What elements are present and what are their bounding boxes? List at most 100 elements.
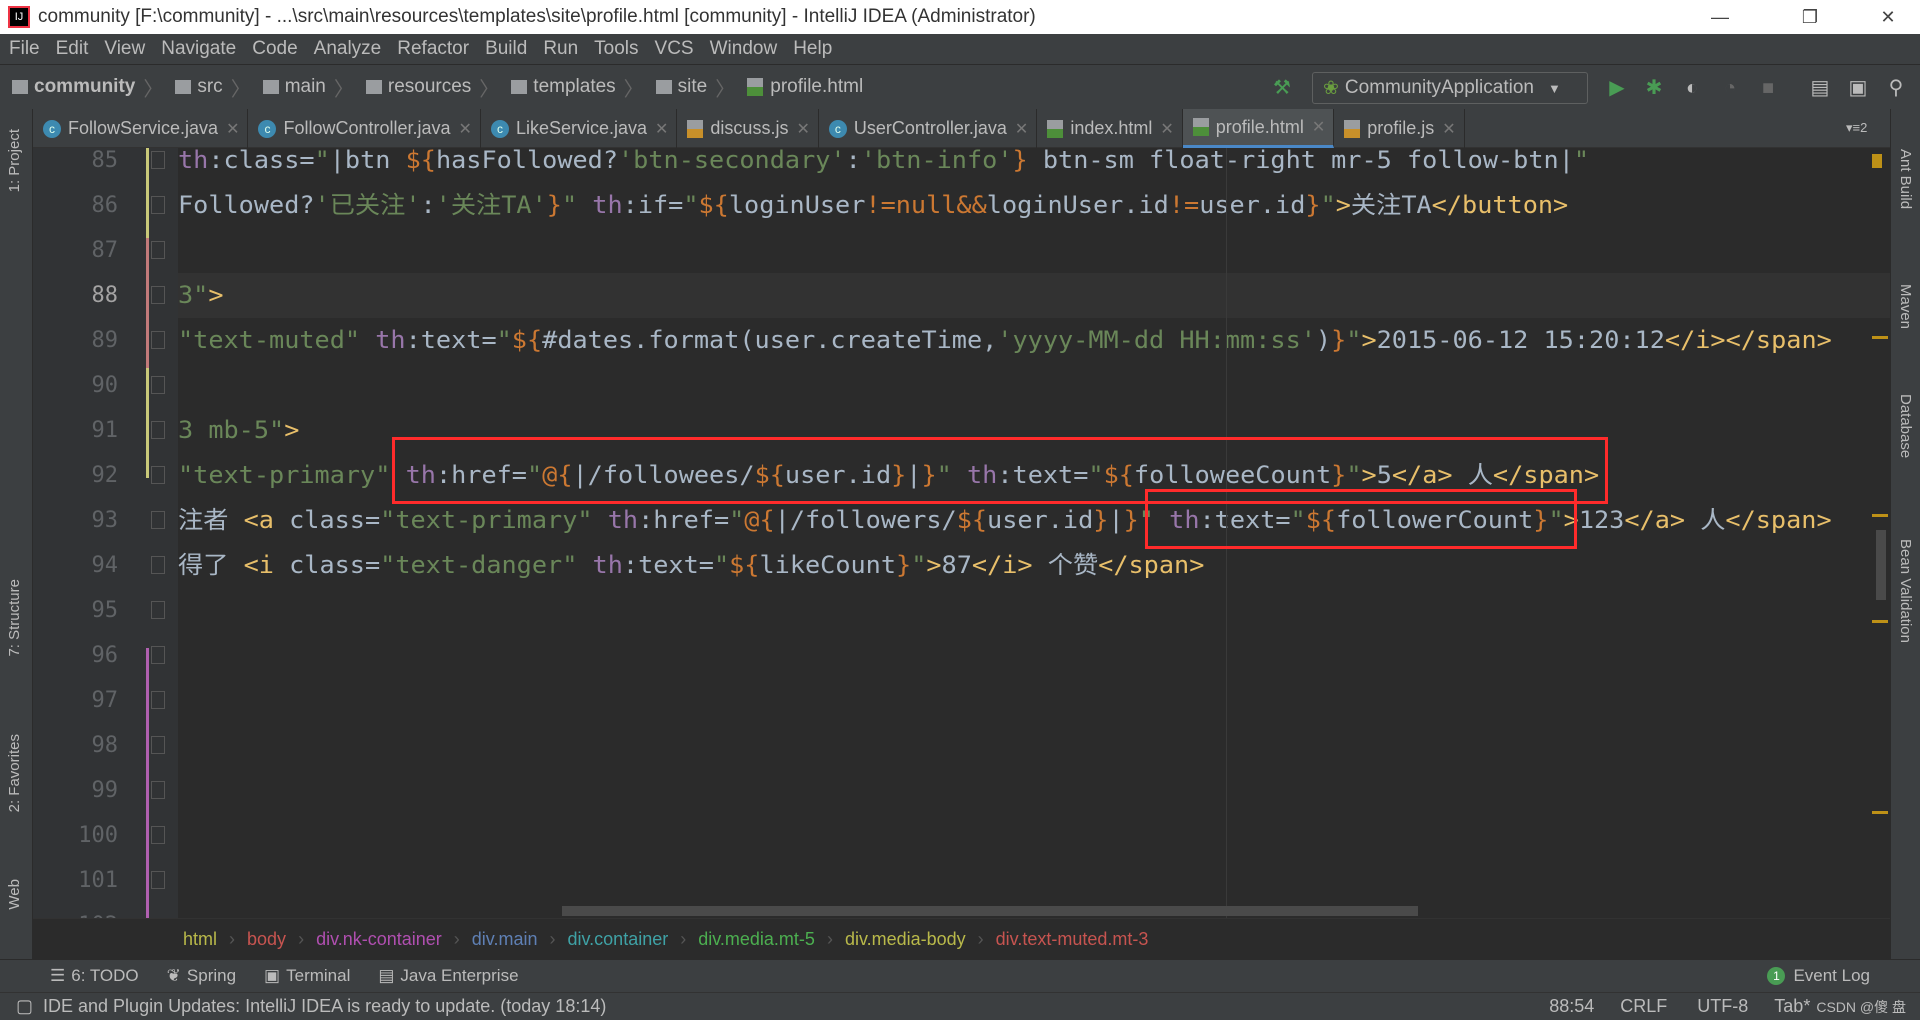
close-tab-icon[interactable]: ✕ — [796, 119, 809, 139]
debug-icon[interactable]: ✱ — [1642, 76, 1666, 100]
event-log-button[interactable]: 1 Event Log — [1767, 966, 1870, 986]
caret-position[interactable]: 88:54 — [1549, 996, 1594, 1017]
java-enterprise-tool-button[interactable]: ▤ Java Enterprise — [378, 966, 518, 986]
close-tab-icon[interactable]: ✕ — [1015, 119, 1028, 139]
tab-followservice-java[interactable]: c FollowService.java ✕ — [33, 109, 249, 148]
breadcrumb-html[interactable]: html — [183, 929, 217, 950]
fold-marker-icon[interactable] — [151, 826, 165, 844]
tab-profile-js[interactable]: profile.js ✕ — [1334, 109, 1465, 148]
bean-validation-tool-button[interactable]: Bean Validation — [1897, 539, 1914, 643]
nav-crumb[interactable]: templates 〉 — [511, 73, 644, 102]
menu-refactor[interactable]: Refactor — [397, 38, 469, 60]
menu-tools[interactable]: Tools — [594, 38, 638, 60]
fold-marker-icon[interactable] — [151, 781, 165, 799]
toggle-panels-icon[interactable]: ▢ — [16, 996, 33, 1017]
stop-icon[interactable]: ■ — [1756, 76, 1780, 100]
file-encoding[interactable]: UTF-8 — [1697, 996, 1748, 1017]
horizontal-scrollbar[interactable] — [562, 906, 1418, 916]
menu-navigate[interactable]: Navigate — [161, 38, 236, 60]
tab-profile-html[interactable]: profile.html ✕ — [1182, 109, 1335, 148]
fold-marker-icon[interactable] — [151, 376, 165, 394]
maven-tool-button[interactable]: Maven — [1897, 284, 1914, 329]
menu-code[interactable]: Code — [252, 38, 297, 60]
restore-button[interactable]: ❐ — [1780, 0, 1840, 34]
fold-marker-icon[interactable] — [151, 196, 165, 214]
close-tab-icon[interactable]: ✕ — [1442, 119, 1455, 139]
build-hammer-icon[interactable]: ⚒ — [1270, 76, 1294, 100]
tab-followcontroller-java[interactable]: c FollowController.java ✕ — [248, 109, 481, 148]
breadcrumb-div.nk-container[interactable]: div.nk-container — [316, 929, 442, 950]
close-tab-icon[interactable]: ✕ — [1312, 117, 1325, 137]
fold-marker-icon[interactable] — [151, 736, 165, 754]
project-structure-icon[interactable]: ▤ — [1808, 76, 1832, 100]
menu-window[interactable]: Window — [710, 38, 778, 60]
fold-marker-icon[interactable] — [151, 286, 165, 304]
breadcrumb-div.text-muted.mt-3[interactable]: div.text-muted.mt-3 — [996, 929, 1149, 950]
close-tab-icon[interactable]: ✕ — [655, 119, 668, 139]
fold-marker-icon[interactable] — [151, 151, 165, 169]
scroll-marker[interactable] — [1872, 811, 1888, 814]
status-message[interactable]: IDE and Plugin Updates: IntelliJ IDEA is… — [43, 996, 606, 1017]
nav-crumb[interactable]: resources 〉 — [365, 73, 499, 102]
scroll-marker[interactable] — [1872, 620, 1888, 623]
fold-marker-icon[interactable] — [151, 421, 165, 439]
fold-marker-icon[interactable] — [151, 466, 165, 484]
tabs-overflow-button[interactable]: ▾≡2 — [1846, 120, 1867, 136]
fold-marker-icon[interactable] — [151, 556, 165, 574]
nav-crumb[interactable]: src 〉 — [175, 73, 251, 102]
menu-analyze[interactable]: Analyze — [314, 38, 382, 60]
close-button[interactable]: ✕ — [1858, 0, 1918, 34]
menu-help[interactable]: Help — [793, 38, 832, 60]
run-config-select[interactable]: ❀ CommunityApplication ▼ — [1312, 72, 1588, 104]
menu-run[interactable]: Run — [543, 38, 578, 60]
project-tool-button[interactable]: 1: Project — [6, 129, 23, 192]
fold-marker-icon[interactable] — [151, 601, 165, 619]
indent-setting[interactable]: Tab* — [1774, 996, 1810, 1017]
tab-likeservice-java[interactable]: c LikeService.java ✕ — [481, 109, 678, 148]
menu-vcs[interactable]: VCS — [655, 38, 694, 60]
database-tool-button[interactable]: Database — [1897, 394, 1914, 458]
search-icon[interactable]: ⚲ — [1884, 76, 1908, 100]
line-separator[interactable]: CRLF — [1620, 996, 1667, 1017]
nav-crumb[interactable]: community 〉 — [12, 73, 163, 102]
todo-tool-button[interactable]: ☰ 6: TODO — [50, 966, 139, 986]
ant-build-tool-button[interactable]: Ant Build — [1897, 149, 1914, 209]
fold-marker-icon[interactable] — [151, 691, 165, 709]
close-tab-icon[interactable]: ✕ — [459, 119, 472, 139]
breadcrumb-div.main[interactable]: div.main — [472, 929, 538, 950]
close-tab-icon[interactable]: ✕ — [1160, 119, 1173, 139]
vertical-scrollbar[interactable] — [1876, 530, 1886, 600]
fold-marker-icon[interactable] — [151, 646, 165, 664]
scroll-marker[interactable] — [1872, 336, 1888, 339]
fold-marker-icon[interactable] — [151, 241, 165, 259]
terminal-tool-button[interactable]: ▣ Terminal — [264, 966, 350, 986]
breadcrumb-div.container[interactable]: div.container — [568, 929, 669, 950]
spring-tool-button[interactable]: ❦ Spring — [167, 966, 236, 986]
fold-marker-icon[interactable] — [151, 511, 165, 529]
nav-crumb[interactable]: profile.html — [747, 76, 863, 98]
tab-index-html[interactable]: index.html ✕ — [1037, 109, 1183, 148]
warning-marker[interactable] — [1872, 154, 1882, 168]
breadcrumb-body[interactable]: body — [247, 929, 286, 950]
structure-tool-button[interactable]: 7: Structure — [6, 579, 23, 657]
scroll-marker[interactable] — [1872, 514, 1888, 517]
menu-build[interactable]: Build — [485, 38, 527, 60]
tab-usercontroller-java[interactable]: c UserController.java ✕ — [819, 109, 1038, 148]
code-editor[interactable]: th:class="|btn ${hasFollowed?'btn-second… — [178, 148, 1890, 918]
nav-crumb[interactable]: main 〉 — [262, 73, 354, 102]
tab-discuss-js[interactable]: discuss.js ✕ — [677, 109, 819, 148]
web-tool-button[interactable]: Web — [6, 879, 23, 910]
fold-marker-icon[interactable] — [151, 871, 165, 889]
coverage-icon[interactable]: ◐ — [1680, 76, 1704, 100]
close-tab-icon[interactable]: ✕ — [226, 119, 239, 139]
fold-marker-icon[interactable] — [151, 331, 165, 349]
breadcrumb-div.media-body[interactable]: div.media-body — [845, 929, 966, 950]
presentation-icon[interactable]: ▣ — [1846, 76, 1870, 100]
profile-icon[interactable]: ◔ — [1718, 76, 1742, 100]
menu-file[interactable]: File — [9, 38, 40, 60]
menu-edit[interactable]: Edit — [56, 38, 89, 60]
menu-view[interactable]: View — [104, 38, 145, 60]
run-icon[interactable]: ▶ — [1605, 76, 1629, 100]
nav-crumb[interactable]: site 〉 — [655, 73, 735, 102]
minimize-button[interactable]: — — [1690, 0, 1750, 34]
